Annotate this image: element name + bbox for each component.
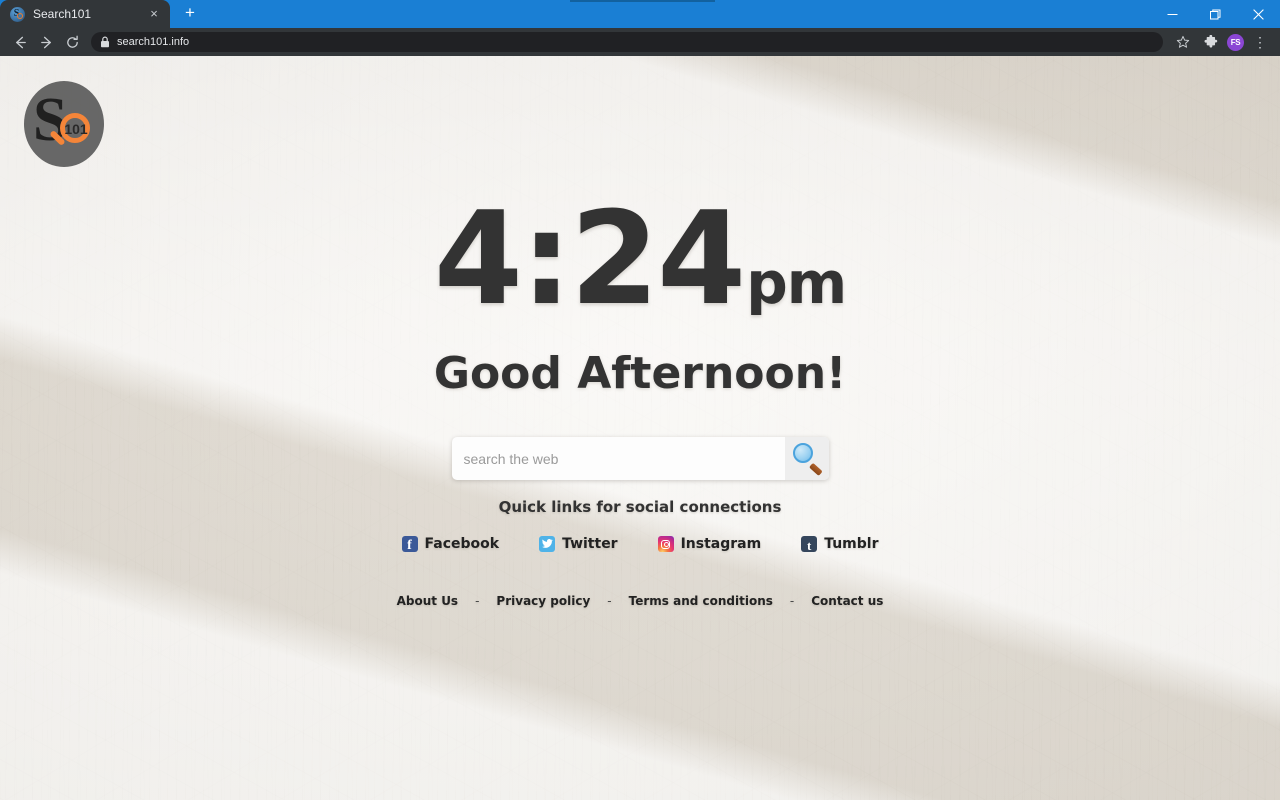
- clock-meridiem: pm: [746, 249, 847, 317]
- magnifier-handle: [808, 462, 823, 476]
- greeting-text: Good Afternoon!: [433, 348, 847, 399]
- social-links: f Facebook Twitter Instagram t Tumblr: [0, 536, 1280, 552]
- social-label: Facebook: [424, 536, 500, 552]
- toolbar-actions: FS ⋮: [1171, 30, 1272, 54]
- puzzle-icon[interactable]: [1199, 30, 1223, 54]
- search-input[interactable]: [451, 437, 785, 480]
- forward-icon[interactable]: [34, 30, 58, 54]
- social-link-facebook[interactable]: f Facebook: [401, 536, 500, 552]
- facebook-icon: f: [401, 536, 418, 552]
- instagram-icon: [657, 536, 674, 552]
- minimize-icon[interactable]: [1151, 0, 1194, 28]
- browser-toolbar: search101.info FS ⋮: [0, 28, 1280, 56]
- tab-search101[interactable]: S Search101 ×: [0, 0, 170, 28]
- search-button[interactable]: [784, 437, 829, 480]
- page-center-column: 4:24pm Good Afternoon! Quick links for s…: [0, 56, 1280, 609]
- lock-icon: [100, 36, 110, 48]
- footer-separator: -: [607, 594, 612, 608]
- clock-time: 4:24: [433, 185, 746, 334]
- tab-strip: S Search101 × +: [0, 0, 1280, 28]
- window-controls: [1151, 0, 1280, 28]
- social-label: Instagram: [680, 536, 762, 552]
- window-close-icon[interactable]: [1237, 0, 1280, 28]
- footer-link-privacy[interactable]: Privacy policy: [496, 594, 590, 608]
- page-viewport: S 101 4:24pm Good Afternoon! Quick links…: [0, 56, 1280, 800]
- footer-link-terms[interactable]: Terms and conditions: [629, 594, 773, 608]
- tab-title: Search101: [33, 7, 92, 21]
- social-link-twitter[interactable]: Twitter: [539, 536, 618, 552]
- profile-avatar[interactable]: FS: [1227, 33, 1244, 51]
- social-link-tumblr[interactable]: t Tumblr: [801, 536, 879, 552]
- address-bar[interactable]: search101.info: [91, 32, 1163, 52]
- favicon-icon: S: [10, 6, 25, 22]
- social-label: Twitter: [562, 536, 618, 552]
- clock: 4:24pm: [0, 196, 1280, 324]
- maximize-icon[interactable]: [1194, 0, 1237, 28]
- tab-close-icon[interactable]: ×: [146, 6, 162, 22]
- magnifier-icon: [792, 443, 813, 463]
- star-icon[interactable]: [1171, 30, 1195, 54]
- browser-window: S Search101 × + search101.info FS ⋮ S 10…: [0, 0, 1280, 800]
- menu-icon[interactable]: ⋮: [1248, 30, 1272, 54]
- search-form: [451, 437, 829, 480]
- url-text: search101.info: [117, 36, 190, 48]
- footer-link-contact[interactable]: Contact us: [811, 594, 883, 608]
- footer-links: About Us - Privacy policy - Terms and co…: [0, 594, 1280, 608]
- footer-separator: -: [789, 594, 795, 608]
- footer-link-about[interactable]: About Us: [397, 594, 458, 608]
- tumblr-icon: t: [801, 536, 818, 552]
- new-tab-button[interactable]: +: [176, 0, 204, 28]
- footer-separator: -: [475, 594, 480, 608]
- social-label: Tumblr: [824, 536, 879, 552]
- social-link-instagram[interactable]: Instagram: [657, 536, 762, 552]
- twitter-icon: [539, 536, 556, 552]
- quick-links-title: Quick links for social connections: [498, 498, 782, 516]
- reload-icon[interactable]: [60, 30, 84, 54]
- back-icon[interactable]: [8, 30, 32, 54]
